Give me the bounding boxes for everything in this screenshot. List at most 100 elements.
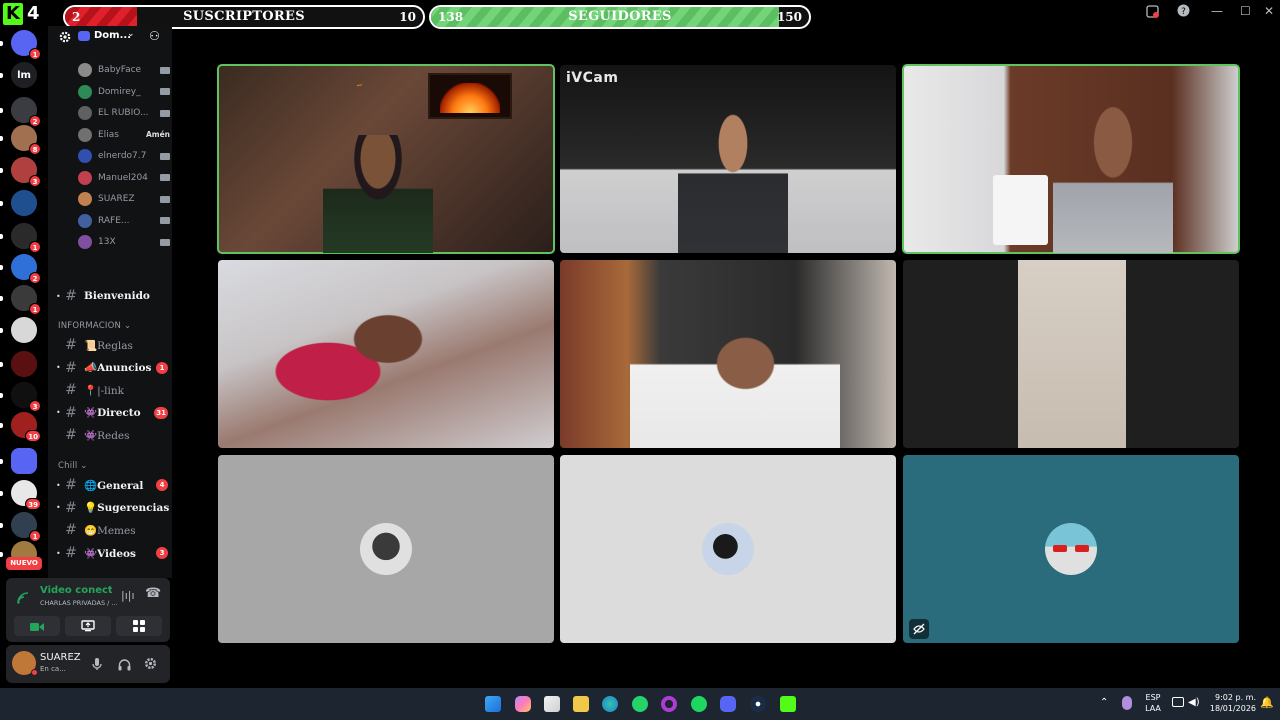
hash-icon: # <box>65 477 77 493</box>
voice-channel-name[interactable]: CHARLAS PRIVADAS / ... <box>40 599 118 607</box>
user-settings-icon[interactable] <box>144 655 157 674</box>
server-icon[interactable]: 1 <box>0 30 41 60</box>
server-icon[interactable] <box>0 351 37 377</box>
settings-gear-icon[interactable] <box>59 31 71 46</box>
channel-item[interactable]: • # 👾Directo 31 <box>56 403 170 423</box>
notifications-icon[interactable]: 🔔 <box>1260 697 1274 708</box>
server-icon[interactable]: 1 <box>0 285 41 315</box>
user-avatar <box>78 213 92 228</box>
server-icon[interactable]: 3 <box>0 382 41 412</box>
copilot-icon[interactable] <box>515 696 531 712</box>
video-tile-ivcam[interactable]: iVCam <box>560 65 896 253</box>
voice-user-name: SUAREZ <box>98 194 135 204</box>
camera-on-icon <box>160 152 170 160</box>
time: 9:02 p. m. <box>1214 693 1256 702</box>
voice-user-row[interactable]: RAFE... <box>78 211 170 231</box>
whatsapp-icon[interactable] <box>632 696 648 712</box>
camera-button[interactable] <box>14 616 60 636</box>
channel-item[interactable]: # 📍|-link <box>56 380 170 400</box>
spotify-icon[interactable] <box>691 696 707 712</box>
language-indicator[interactable]: ESP LAA <box>1140 692 1166 714</box>
voice-user-row[interactable]: Elias Amén <box>78 125 170 145</box>
video-tile-webcam-3[interactable] <box>902 64 1240 254</box>
person-silhouette <box>1053 95 1173 253</box>
server-icon[interactable]: lm <box>0 62 37 88</box>
network-icon[interactable] <box>1172 697 1184 707</box>
voice-user-row[interactable]: 13X <box>78 232 170 252</box>
person-silhouette <box>630 260 840 448</box>
activities-button[interactable] <box>116 616 162 636</box>
channel-item[interactable]: # 👾Redes <box>56 425 170 445</box>
server-icon[interactable] <box>0 190 37 216</box>
voice-user-row[interactable]: Domirey_ <box>78 82 170 102</box>
headphones-icon[interactable] <box>118 656 131 675</box>
channel-item[interactable]: # 📜Reglas <box>56 335 170 355</box>
video-tile-avatar-2[interactable] <box>560 455 896 643</box>
camera-on-icon <box>160 88 170 95</box>
server-icon[interactable] <box>0 448 37 474</box>
voice-user-row[interactable]: SUAREZ <box>78 189 170 209</box>
microphone-tray-icon[interactable] <box>1122 696 1132 710</box>
chevron-down-icon[interactable]: ⌄ <box>127 29 135 39</box>
store-icon[interactable] <box>544 696 560 712</box>
tray-chevron-up-icon[interactable]: ⌃ <box>1100 697 1108 708</box>
add-member-icon[interactable]: ⚇ <box>149 29 160 43</box>
channel-item[interactable]: • # 📣Anuncios 1 <box>56 358 170 378</box>
edge-icon[interactable] <box>602 696 618 712</box>
discord-taskbar-icon[interactable] <box>720 696 736 712</box>
video-tile-webcam-5[interactable] <box>560 260 896 448</box>
help-icon[interactable]: ? <box>1177 4 1190 20</box>
video-tile-webcam-6[interactable] <box>903 260 1239 448</box>
ivcam-label: iVCam <box>566 70 619 86</box>
channel-item[interactable]: • # Bienvenido <box>56 286 170 306</box>
hidden-video-icon[interactable] <box>909 619 929 639</box>
maximize-icon[interactable]: ☐ <box>1240 4 1251 18</box>
channel-item[interactable]: • # 💡Sugerencias <box>56 498 170 518</box>
server-icon[interactable]: 1 <box>0 223 41 253</box>
server-icon[interactable] <box>0 317 37 343</box>
channel-item[interactable]: # 😁Memes <box>56 520 170 540</box>
mention-count-badge: 3 <box>156 547 168 560</box>
lm-server-icon: lm <box>11 62 37 88</box>
voice-user-row[interactable]: elnerdo7.7 <box>78 146 170 166</box>
server-header[interactable]: Dom... ⌄ ⚇ <box>48 26 172 48</box>
wall-image <box>1018 260 1126 448</box>
server-icon[interactable]: 3 <box>0 157 41 187</box>
video-tile-avatar-3[interactable] <box>903 455 1239 643</box>
windows-start-icon[interactable] <box>485 696 501 712</box>
clock[interactable]: 9:02 p. m. 18/01/2026 <box>1208 692 1256 714</box>
channel-item[interactable]: • # 🌐General 4 <box>56 475 170 495</box>
file-explorer-icon[interactable] <box>573 696 589 712</box>
disconnect-icon[interactable]: ☎ <box>145 586 161 601</box>
video-tile-webcam-4[interactable] <box>218 260 554 448</box>
server-icon[interactable]: 8 <box>0 125 41 155</box>
screen-share-button[interactable] <box>65 616 111 636</box>
volume-icon[interactable]: ◀) <box>1188 697 1200 708</box>
user-avatar <box>78 63 92 77</box>
server-icon[interactable]: 10 <box>0 412 41 442</box>
minimize-icon[interactable]: — <box>1211 4 1223 18</box>
voice-user-name: EL RUBIO... <box>98 108 149 118</box>
voice-user-row[interactable]: Manuel204 <box>78 168 170 188</box>
voice-user-row[interactable]: BabyFace <box>78 60 170 80</box>
microphone-icon[interactable] <box>92 656 102 675</box>
server-icon[interactable]: 1 <box>0 512 41 542</box>
activities-icon <box>133 617 145 636</box>
server-icon[interactable]: 2 <box>0 97 41 127</box>
obs-icon[interactable] <box>661 696 677 712</box>
steam-icon[interactable] <box>750 696 766 712</box>
channel-item[interactable]: • # 👾Videos 3 <box>56 543 170 563</box>
video-tile-domirey[interactable]: ~ <box>217 64 555 254</box>
channel-category[interactable]: Chill ⌄ <box>58 461 88 471</box>
followers-target: 150 <box>776 10 802 24</box>
channel-category[interactable]: INFORMACION ⌄ <box>58 321 131 331</box>
user-status-text: En ca... <box>40 665 66 673</box>
server-icon[interactable]: 39 <box>0 480 41 510</box>
close-icon[interactable]: ✕ <box>1264 4 1274 18</box>
voice-user-row[interactable]: EL RUBIO... <box>78 103 170 123</box>
server-icon[interactable]: 2 <box>0 254 41 284</box>
kick-taskbar-icon[interactable] <box>780 696 796 712</box>
inbox-icon[interactable] <box>1146 5 1159 21</box>
video-tile-avatar-1[interactable] <box>218 455 554 643</box>
noise-suppression-icon[interactable]: |ı|ı <box>121 589 135 602</box>
